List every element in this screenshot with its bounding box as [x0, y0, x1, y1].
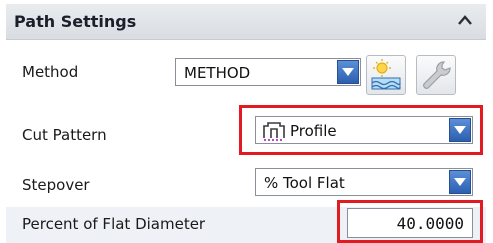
wrench-icon	[423, 61, 451, 89]
method-dropdown[interactable]: METHOD	[175, 58, 361, 86]
chevron-down-icon[interactable]	[449, 118, 471, 142]
panel-header[interactable]: Path Settings	[6, 4, 486, 40]
percent-flat-value: 40.0000	[396, 214, 464, 233]
panel-title: Path Settings	[14, 12, 137, 31]
percent-flat-label: Percent of Flat Diameter	[22, 215, 206, 233]
path-settings-panel: Path Settings Method METHOD Cut Pattern	[0, 0, 493, 243]
chevron-down-icon[interactable]	[449, 170, 471, 194]
cut-pattern-dropdown[interactable]: Profile	[255, 116, 473, 144]
edit-method-button[interactable]	[416, 55, 456, 95]
display-method-icon	[371, 59, 401, 90]
stepover-value: % Tool Flat	[264, 174, 345, 192]
stepover-label: Stepover	[22, 176, 90, 194]
profile-pattern-icon	[262, 120, 286, 146]
cut-pattern-value: Profile	[290, 122, 337, 140]
display-method-button[interactable]	[366, 55, 406, 95]
method-label: Method	[22, 63, 79, 81]
stepover-dropdown[interactable]: % Tool Flat	[255, 168, 473, 196]
percent-flat-input[interactable]: 40.0000	[347, 208, 473, 238]
method-value: METHOD	[184, 64, 251, 82]
chevron-down-icon[interactable]	[337, 60, 359, 84]
chevron-up-icon[interactable]	[454, 10, 476, 32]
cut-pattern-label: Cut Pattern	[22, 126, 107, 144]
